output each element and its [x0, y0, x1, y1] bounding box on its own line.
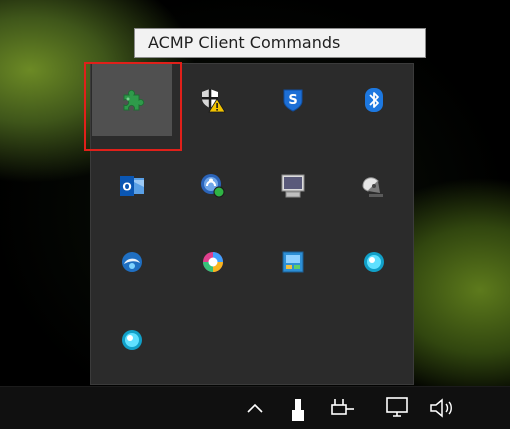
speaker-volume-icon[interactable]	[426, 387, 460, 429]
sophos-shield-icon[interactable]: S	[253, 64, 333, 136]
network-monitor-icon[interactable]	[383, 387, 413, 429]
security-center-warning-icon[interactable]	[173, 64, 253, 136]
acmp-client-commands-icon[interactable]	[92, 64, 172, 136]
control-panel-tile-icon[interactable]	[253, 226, 333, 298]
tooltip: ACMP Client Commands	[134, 28, 426, 58]
blue-orb-icon-2[interactable]	[92, 304, 172, 376]
blue-orb-icon[interactable]	[334, 226, 414, 298]
blue-swirl-orb-icon[interactable]	[92, 226, 172, 298]
chevron-up-icon[interactable]	[240, 387, 270, 429]
bluetooth-icon[interactable]	[334, 64, 414, 136]
usb-drive-icon[interactable]	[283, 387, 313, 429]
remote-support-icon[interactable]	[173, 150, 253, 222]
svg-text:S: S	[288, 93, 297, 108]
notification-area-overflow: S O	[90, 63, 414, 385]
svg-text:O: O	[122, 181, 131, 194]
rainbow-orb-icon[interactable]	[173, 226, 253, 298]
taskbar	[0, 386, 510, 429]
display-icon[interactable]	[253, 150, 333, 222]
power-plug-icon[interactable]	[328, 387, 358, 429]
outlook-icon[interactable]: O	[92, 150, 172, 222]
satellite-dish-icon[interactable]	[334, 150, 414, 222]
